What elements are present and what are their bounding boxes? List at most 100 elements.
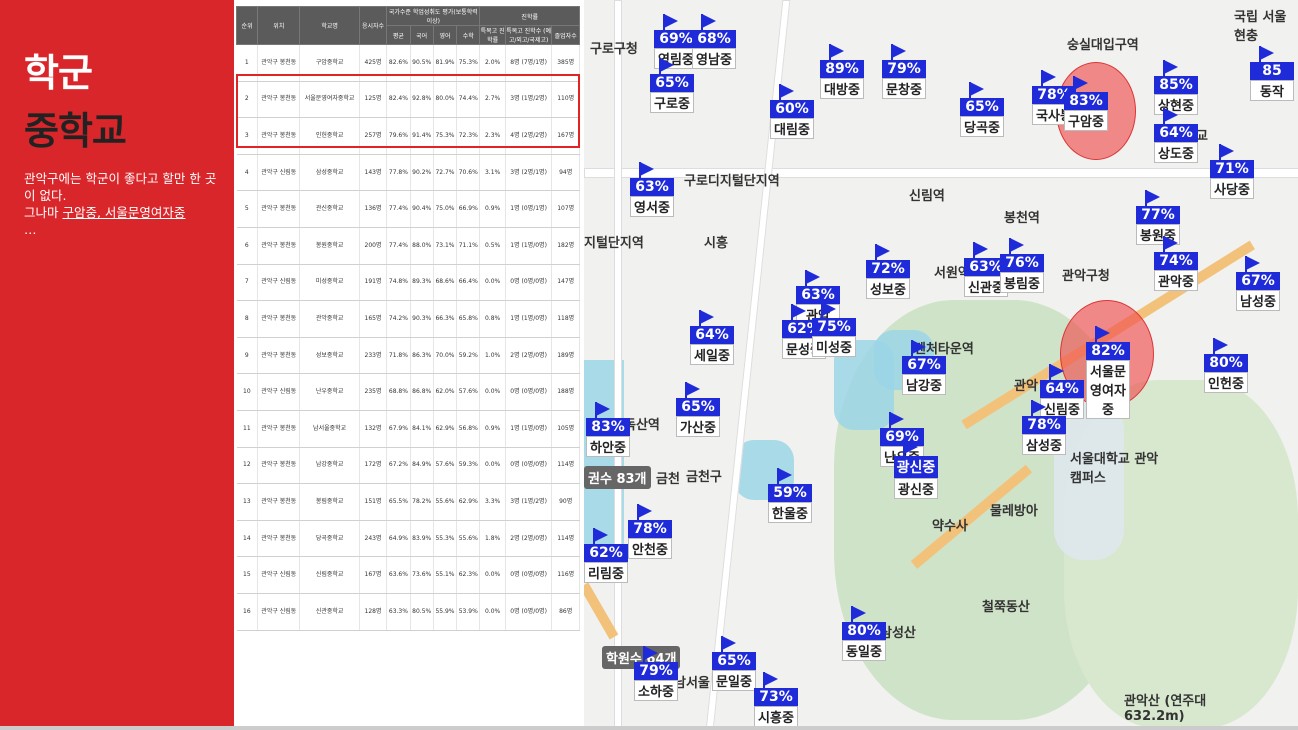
flag-icon	[904, 440, 918, 454]
place-label: 약수사	[932, 519, 968, 534]
table-cell: 13	[236, 483, 259, 521]
table-cell: 75.0%	[433, 190, 458, 228]
table-cell: 1명 (1명/0명)	[505, 227, 553, 265]
table-cell: 62.0%	[433, 373, 458, 411]
school-marker[interactable]: 63% 영서중	[630, 162, 674, 217]
table-cell: 55.3%	[433, 520, 458, 558]
school-marker[interactable]: 83% 하안중	[586, 402, 630, 457]
flag-icon	[876, 244, 890, 258]
table-cell: 2명 (2명/0명)	[505, 337, 553, 375]
flag-icon	[852, 606, 866, 620]
marker-school-name: 구로중	[650, 92, 694, 113]
school-marker[interactable]: 79% 소하중	[634, 646, 678, 701]
col-english: 영어	[432, 25, 458, 45]
school-marker[interactable]: 65% 당곡중	[960, 82, 1004, 137]
table-cell: 0명 (0명/0명)	[505, 264, 553, 302]
marker-percent: 76%	[1000, 254, 1044, 272]
col-school: 학교명	[299, 6, 360, 45]
col-group-advance: 진학률	[479, 6, 580, 26]
table-cell: 남강중학교	[299, 447, 360, 485]
desc-line-3: …	[24, 222, 37, 237]
table-cell: 3.3%	[479, 483, 506, 521]
table-cell: 94명	[551, 154, 580, 192]
marker-percent: 80%	[842, 622, 886, 640]
school-marker[interactable]: 72% 성보중	[866, 244, 910, 299]
marker-percent: 67%	[1236, 272, 1280, 290]
table-cell: 관악구 봉천동	[257, 410, 301, 448]
table-row: 6 관악구 봉천동 봉원중학교 200명 77.4% 88.0% 73.1% 71.1% 0.5…	[236, 227, 580, 265]
table-cell: 72.7%	[433, 154, 458, 192]
school-marker[interactable]: 79% 문창중	[882, 44, 926, 99]
school-marker[interactable]: 71% 사당중	[1210, 144, 1254, 199]
table-row: 11 관악구 봉천동 남서울중학교 132명 67.9% 84.1% 62.9% 56.8% 0…	[236, 410, 580, 448]
school-marker[interactable]: 85 동작	[1250, 46, 1294, 101]
col-korean: 국어	[409, 25, 434, 45]
marker-school-name: 문창중	[882, 78, 926, 99]
school-marker[interactable]: 67% 남성중	[1236, 256, 1280, 311]
marker-percent: 79%	[882, 60, 926, 78]
marker-school-name: 미성중	[812, 336, 856, 357]
table-cell: 2명 (2명/0명)	[505, 520, 553, 558]
table-cell: 0명 (0명/0명)	[505, 447, 553, 485]
marker-percent: 65%	[676, 398, 720, 416]
table-cell: 90명	[551, 483, 580, 521]
table-cell: 78.2%	[410, 483, 434, 521]
table-cell: 67.2%	[386, 447, 411, 485]
marker-percent: 62%	[584, 544, 628, 562]
school-marker[interactable]: 80% 동일중	[842, 606, 886, 661]
school-marker[interactable]: 59% 한울중	[768, 468, 812, 523]
school-marker[interactable]: 62% 리림중	[584, 528, 628, 583]
place-label: 구로디지털단지역	[684, 174, 780, 189]
table-cell: 관악구 신림동	[257, 264, 301, 302]
school-marker[interactable]: 78% 삼성중	[1022, 400, 1066, 455]
school-marker[interactable]: 76% 봉림중	[1000, 238, 1044, 293]
table-cell: 147명	[551, 264, 580, 302]
table-cell: 118명	[551, 300, 580, 338]
school-marker[interactable]: 64% 상도중	[1154, 108, 1198, 163]
marker-school-name: 사당중	[1210, 178, 1254, 199]
flag-icon	[780, 84, 794, 98]
table-cell: 90.4%	[410, 190, 434, 228]
marker-school-name: 관악중	[1154, 270, 1198, 291]
marker-school-name: 안천중	[628, 538, 672, 559]
school-marker[interactable]: 83% 구암중	[1064, 76, 1108, 131]
place-label: 남서울	[674, 676, 710, 691]
table-cell: 0.8%	[479, 300, 506, 338]
place-label: 신림역	[909, 189, 945, 204]
school-marker[interactable]: 광신중 광신중	[894, 440, 938, 499]
table-row: 9 관악구 봉천동 성보중학교 233명 71.8% 86.3% 70.0% 59.2% 1.0…	[236, 337, 580, 375]
marker-percent: 82%	[1086, 342, 1130, 360]
marker-school-name: 소하중	[634, 680, 678, 701]
school-marker[interactable]: 68% 영남중	[692, 14, 736, 69]
school-marker[interactable]: 60% 대림중	[770, 84, 814, 139]
school-marker[interactable]: 74% 관악중	[1154, 236, 1198, 291]
table-cell: 77.4%	[386, 190, 411, 228]
table-cell: 63.3%	[386, 593, 411, 631]
marker-percent: 68%	[692, 30, 736, 48]
table-cell: 삼성중학교	[299, 154, 360, 192]
table-cell: 73.1%	[433, 227, 458, 265]
table-cell: 86.3%	[410, 337, 434, 375]
table-cell: 114명	[551, 447, 580, 485]
school-marker[interactable]: 80% 인헌중	[1204, 338, 1248, 393]
school-marker[interactable]: 65% 구로중	[650, 58, 694, 113]
school-marker[interactable]: 64% 신림중	[1040, 364, 1084, 419]
school-marker[interactable]: 89% 대방중	[820, 44, 864, 99]
table-cell: 200명	[359, 227, 388, 265]
school-marker[interactable]: 82% 서울문영여자중	[1086, 326, 1130, 419]
school-marker[interactable]: 67% 남강중	[902, 340, 946, 395]
table-row: 8 관악구 봉천동 관악중학교 165명 74.2% 90.3% 66.3% 65.8% 0.8…	[236, 300, 580, 338]
school-marker[interactable]: 64% 세일중	[690, 310, 734, 365]
marker-school-name: 당곡중	[960, 116, 1004, 137]
school-marker[interactable]: 65% 문일중	[712, 636, 756, 691]
school-marker[interactable]: 65% 가산중	[676, 382, 720, 437]
flag-icon	[1164, 108, 1178, 122]
flag-icon	[594, 528, 608, 542]
school-marker[interactable]: 75% 미성중	[812, 302, 856, 357]
school-marker[interactable]: 73% 시흥중	[754, 672, 798, 727]
table-cell: 84.9%	[410, 447, 434, 485]
table-cell: 관악구 봉천동	[257, 227, 301, 265]
place-label: 구로구청	[590, 42, 638, 57]
school-marker[interactable]: 78% 안천중	[628, 504, 672, 559]
school-map[interactable]: 구로구청 구로디지털단지역 시흥 신림역 관악구청 숭실대입구역 서울대학교 관…	[584, 0, 1298, 728]
